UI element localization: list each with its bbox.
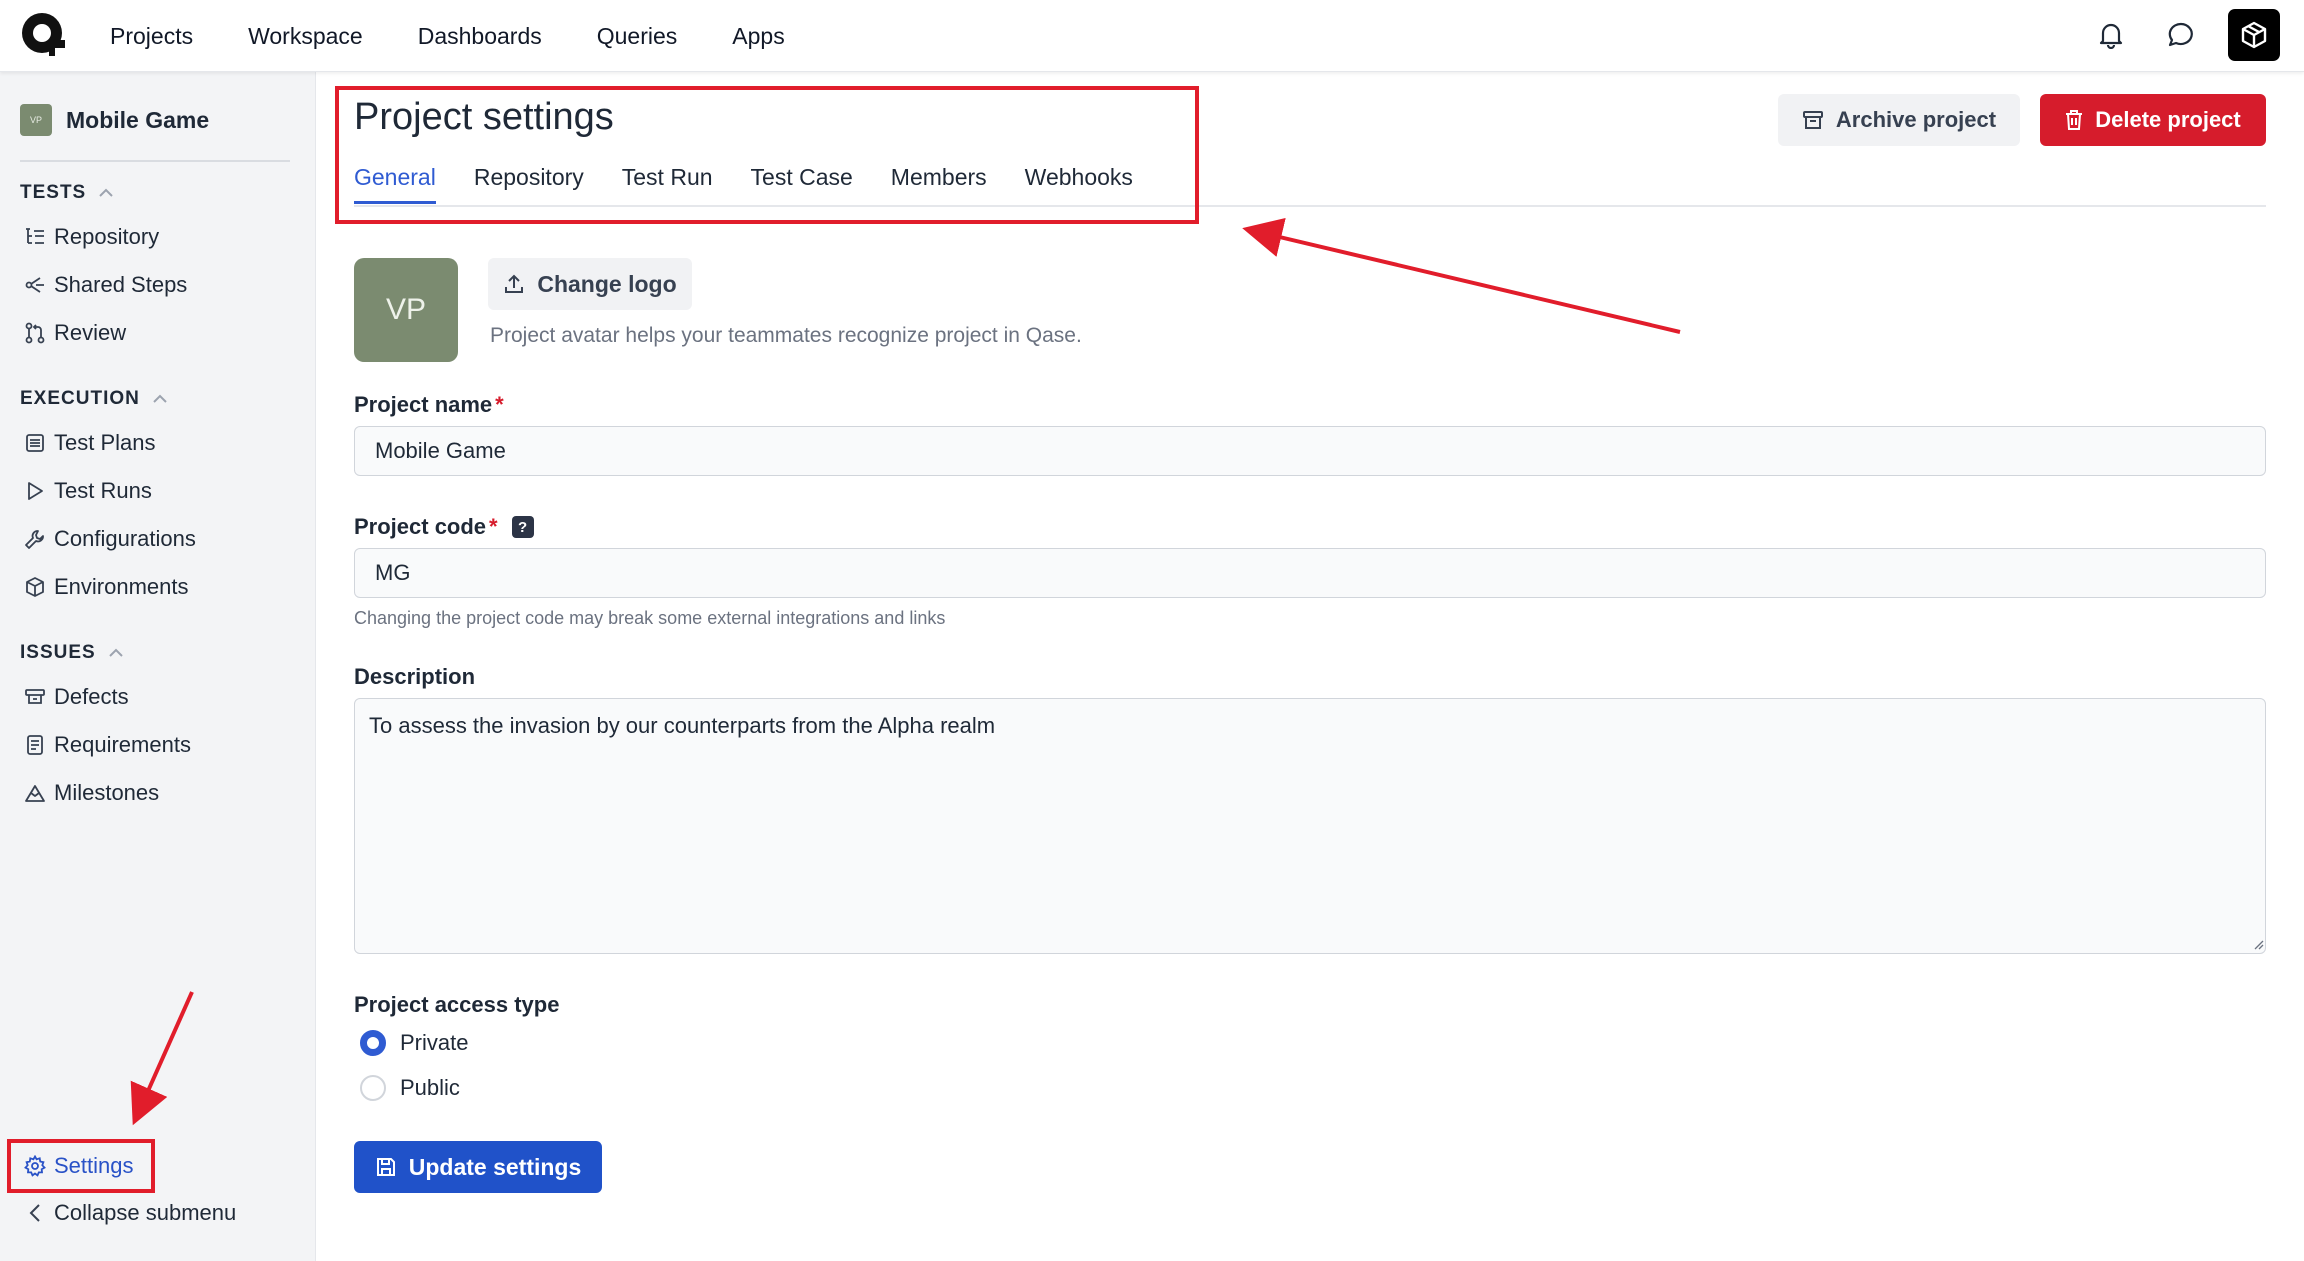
access-type-label-text: Project access type — [354, 992, 560, 1017]
help-question-icon[interactable]: ? — [511, 516, 534, 538]
update-settings-button[interactable]: Update settings — [354, 1141, 602, 1193]
pull-request-icon — [22, 320, 48, 346]
nav-workspace[interactable]: Workspace — [248, 23, 363, 50]
description-label: Description — [354, 664, 475, 690]
nav-projects[interactable]: Projects — [110, 23, 193, 50]
workspace-badge-icon[interactable] — [2228, 9, 2280, 61]
sidebar-item-requirements[interactable]: Requirements — [22, 732, 191, 758]
sidebar-item-repository[interactable]: Repository — [22, 224, 159, 250]
nav-apps[interactable]: Apps — [732, 23, 784, 50]
section-tests[interactable]: TESTS — [20, 182, 114, 204]
shared-steps-icon — [22, 272, 48, 298]
section-execution[interactable]: EXECUTION — [20, 388, 168, 410]
project-avatar-small: VP — [20, 104, 52, 136]
access-public-option[interactable]: Public — [360, 1075, 460, 1101]
play-icon — [22, 478, 48, 504]
sidebar-item-label: Collapse submenu — [54, 1200, 237, 1225]
top-navbar: Projects Workspace Dashboards Queries Ap… — [0, 0, 2304, 72]
sidebar-item-milestones[interactable]: Milestones — [22, 780, 159, 806]
change-logo-button[interactable]: Change logo — [488, 258, 692, 310]
radio-public[interactable] — [360, 1075, 386, 1101]
project-code-label-text: Project code — [354, 514, 487, 539]
save-floppy-icon — [375, 1156, 397, 1178]
sidebar-item-label: Environments — [54, 574, 189, 599]
archive-project-label: Archive project — [1835, 107, 1997, 132]
delete-project-label: Delete project — [2095, 107, 2241, 132]
description-label-text: Description — [354, 664, 476, 689]
trash-icon — [2065, 109, 2083, 131]
sidebar-item-label: Requirements — [54, 732, 191, 757]
required-marker: * — [495, 392, 504, 417]
milestone-mountain-icon — [22, 780, 48, 806]
nav-dashboards[interactable]: Dashboards — [418, 23, 542, 50]
radio-private[interactable] — [360, 1030, 386, 1056]
annotation-box-settings — [7, 1139, 155, 1193]
top-right-actions — [2062, 8, 2280, 62]
project-code-input[interactable] — [354, 548, 2266, 598]
sidebar-item-label: Defects — [54, 684, 129, 709]
update-settings-label: Update settings — [408, 1153, 582, 1180]
bell-icon[interactable] — [2090, 14, 2132, 56]
sidebar-item-label: Test Runs — [54, 478, 152, 503]
resize-grip-icon[interactable] — [2252, 938, 2264, 950]
defects-icon — [22, 684, 48, 710]
sidebar-item-defects[interactable]: Defects — [22, 684, 129, 710]
cube-icon — [22, 574, 48, 600]
sidebar-divider — [20, 160, 290, 162]
required-marker: * — [489, 514, 498, 539]
sidebar-project-header[interactable]: VP Mobile Game — [20, 104, 209, 136]
sidebar-item-label: Review — [54, 320, 127, 345]
sidebar-project-name: Mobile Game — [66, 106, 210, 133]
upload-icon — [503, 273, 525, 295]
document-icon — [22, 732, 48, 758]
sidebar-item-environments[interactable]: Environments — [22, 574, 189, 600]
project-sidebar: VP Mobile Game TESTS Repository Shared S… — [0, 72, 316, 1261]
avatar-help-text: Project avatar helps your teammates reco… — [490, 324, 1082, 347]
test-plans-icon — [22, 430, 48, 456]
collapse-submenu-button[interactable]: Collapse submenu — [22, 1200, 236, 1226]
section-issues[interactable]: ISSUES — [20, 642, 124, 664]
chevron-left-icon — [22, 1200, 48, 1226]
project-name-label: Project name * — [354, 392, 504, 418]
chevron-up-icon — [153, 394, 167, 403]
main-nav: Projects Workspace Dashboards Queries Ap… — [110, 0, 840, 72]
sidebar-item-test-plans[interactable]: Test Plans — [22, 430, 156, 456]
access-private-label: Private — [400, 1030, 469, 1055]
project-code-hint: Changing the project code may break some… — [354, 608, 946, 628]
archive-project-button[interactable]: Archive project — [1778, 94, 2020, 146]
project-avatar: VP — [354, 258, 458, 362]
sidebar-item-shared-steps[interactable]: Shared Steps — [22, 272, 187, 298]
project-name-label-text: Project name — [354, 392, 493, 417]
sidebar-item-review[interactable]: Review — [22, 320, 126, 346]
access-public-label: Public — [400, 1075, 460, 1100]
sidebar-item-label: Shared Steps — [54, 272, 188, 297]
repository-tree-icon — [22, 224, 48, 250]
chevron-up-icon — [99, 188, 113, 197]
change-logo-label: Change logo — [537, 270, 677, 297]
section-tests-label: TESTS — [20, 182, 87, 203]
project-name-input[interactable] — [354, 426, 2266, 476]
sidebar-item-label: Configurations — [54, 526, 196, 551]
delete-project-button[interactable]: Delete project — [2040, 94, 2266, 146]
description-textarea[interactable]: To assess the invasion by our counterpar… — [354, 698, 2266, 954]
wrench-icon — [22, 526, 48, 552]
nav-queries[interactable]: Queries — [597, 23, 678, 50]
chevron-up-icon — [108, 648, 123, 657]
sidebar-item-configurations[interactable]: Configurations — [22, 526, 196, 552]
annotation-box-header — [335, 86, 1199, 224]
section-execution-label: EXECUTION — [20, 388, 140, 409]
chat-icon[interactable] — [2160, 14, 2202, 56]
access-private-option[interactable]: Private — [360, 1030, 468, 1056]
archive-box-icon — [1802, 110, 1824, 130]
sidebar-item-label: Milestones — [54, 780, 160, 805]
access-type-label: Project access type — [354, 992, 559, 1018]
project-code-label: Project code * ? — [354, 514, 534, 540]
sidebar-item-test-runs[interactable]: Test Runs — [22, 478, 152, 504]
section-issues-label: ISSUES — [20, 642, 96, 663]
sidebar-item-label: Repository — [54, 224, 160, 249]
sidebar-item-label: Test Plans — [54, 430, 156, 455]
qase-logo-icon[interactable] — [19, 10, 67, 58]
main-content: Project settings General Repository Test… — [316, 72, 2304, 1261]
